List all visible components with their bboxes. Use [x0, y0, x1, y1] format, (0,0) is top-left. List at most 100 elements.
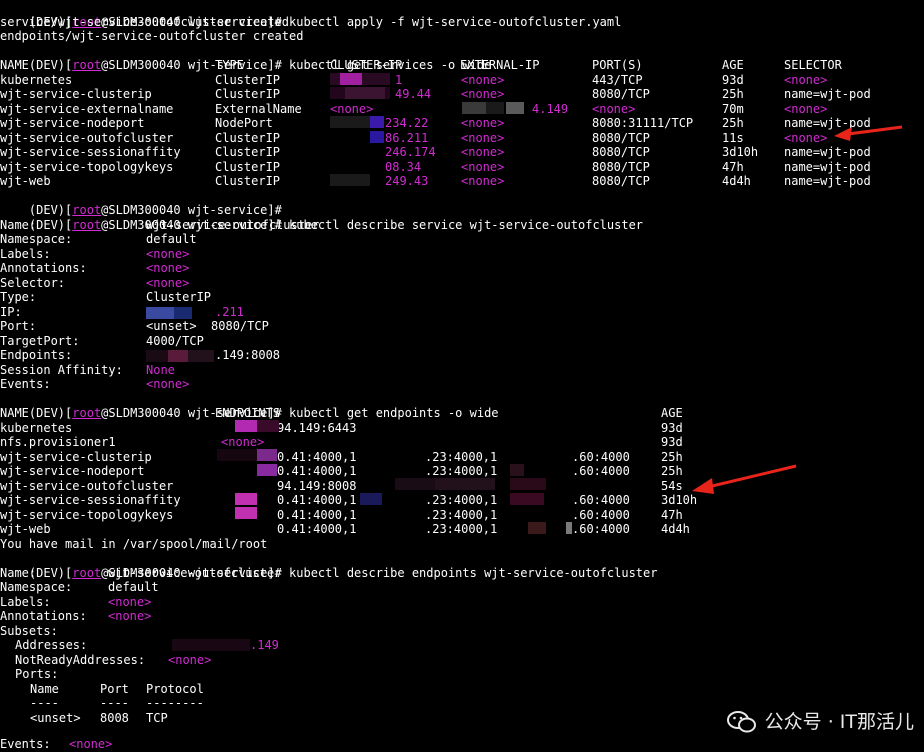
output-line: service/wjt-service-outofcluster created	[0, 14, 289, 29]
field-key: Type:	[0, 290, 37, 304]
prompt-line: (DEV)[root@SLDM300040 wjt-service]# kube…	[0, 0, 621, 29]
table-cell: 0.41:4000,1	[277, 493, 357, 507]
table-cell: 249.43	[385, 174, 429, 188]
command-text: kubectl describe service wjt-service-out…	[289, 217, 644, 232]
table-cell: 246.174	[385, 145, 436, 159]
table-cell: 25h	[661, 449, 683, 464]
table-cell: 234.22	[385, 116, 429, 130]
table-cell: ClusterIP	[215, 145, 281, 159]
field-key: NotReadyAddresses:	[15, 652, 146, 667]
table-cell: 94.149:6443	[277, 420, 357, 435]
table-cell: 25h	[661, 464, 683, 478]
table-cell: .23:4000,1	[425, 493, 498, 507]
table-cell: ClusterIP	[215, 72, 281, 87]
table-cell: name=wjt-pod	[784, 174, 871, 188]
prompt-line: (DEV)[root@SLDM300040 wjt-service]#	[0, 189, 289, 217]
table-cell: 49.44	[395, 87, 432, 101]
table-cell: <none>	[461, 159, 505, 174]
table-cell: 54s	[661, 478, 683, 493]
table-cell: ClusterIP	[215, 130, 281, 145]
command-text: kubectl get endpoints -o wide	[289, 406, 499, 420]
redaction-block	[395, 478, 435, 490]
redaction-block	[510, 493, 544, 505]
table-cell: wjt-service-nodeport	[0, 116, 145, 130]
table-cell: nfs.provisioner1	[0, 435, 116, 449]
table-cell: wjt-web	[0, 174, 51, 188]
field-value: <none>	[146, 377, 190, 391]
redaction-block	[370, 116, 384, 128]
redaction-block	[174, 307, 192, 319]
ports-value: TCP	[146, 710, 168, 725]
redaction-block	[257, 449, 277, 461]
prompt-line: (DEV)[root@SLDM300040 wjt-service]# kube…	[0, 551, 658, 580]
table-header: CLUSTER-IP	[330, 58, 403, 72]
field-key: Namespace:	[0, 580, 73, 594]
field-key: Labels:	[0, 594, 51, 609]
mail-notice: You have mail in /var/spool/mail/root	[0, 536, 268, 551]
table-cell: wjt-web	[0, 522, 51, 536]
field-key: Session Affinity:	[0, 362, 123, 377]
field-value: <none>	[108, 594, 152, 609]
field-key: Events:	[0, 377, 51, 391]
table-cell: kubernetes	[0, 72, 73, 87]
table-cell: <none>	[461, 130, 505, 145]
table-cell: wjt-service-externalname	[0, 101, 174, 116]
prompt-line: (DEV)[root@SLDM300040 wjt-service]# kube…	[0, 392, 499, 420]
table-cell: .60:4000	[572, 522, 630, 536]
field-value: 4000/TCP	[146, 333, 204, 348]
field-key: Port:	[0, 319, 37, 333]
table-cell: ClusterIP	[215, 174, 281, 188]
field-key: Endpoints:	[0, 348, 73, 362]
table-cell: .60:4000	[572, 493, 630, 507]
table-cell: .23:4000,1	[425, 464, 498, 478]
table-cell: 94.149:8008	[277, 478, 357, 493]
prompt-open: (DEV)[	[28, 58, 73, 72]
table-cell: <none>	[784, 72, 828, 87]
table-cell: ExternalName	[215, 101, 302, 116]
table-header: TYPE	[215, 58, 244, 72]
field-value: wjt-service-outofcluster	[146, 217, 320, 232]
redaction-block	[566, 522, 572, 534]
table-cell: 8080/TCP	[592, 174, 650, 188]
redaction-block	[217, 449, 257, 461]
redaction-block	[360, 493, 382, 505]
field-value: <none>	[108, 609, 152, 623]
table-header: AGE	[722, 58, 744, 72]
output-line: endpoints/wjt-service-outofcluster creat…	[0, 29, 304, 43]
table-cell: 8080/TCP	[592, 145, 650, 159]
table-cell: wjt-service-clusterip	[0, 87, 152, 101]
table-cell: 8080/TCP	[592, 130, 650, 145]
table-cell: <none>	[461, 87, 505, 101]
redaction-block	[330, 174, 370, 186]
table-cell: 443/TCP	[592, 72, 643, 87]
ports-value: <unset>	[30, 710, 81, 725]
table-cell: <none>	[461, 72, 505, 87]
redaction-block	[168, 350, 188, 362]
field-key: Events:	[0, 737, 51, 751]
prompt-open: (DEV)[	[28, 406, 73, 420]
field-key: Annotations:	[0, 609, 87, 623]
field-key: Name:	[0, 565, 37, 580]
terminal-window[interactable]: (DEV)[root@SLDM300040 wjt-service]# kube…	[0, 0, 924, 752]
field-value: .149	[250, 638, 279, 652]
table-cell: 1	[395, 72, 403, 87]
table-cell: .23:4000,1	[425, 449, 498, 464]
table-cell: <none>	[784, 130, 828, 145]
table-cell: 4.149	[532, 101, 569, 116]
redaction-block	[345, 87, 385, 99]
table-header: NAME	[0, 406, 29, 420]
red-arrow-icon	[834, 125, 903, 141]
table-cell: 70m	[722, 101, 744, 116]
redaction-block	[235, 420, 257, 432]
table-cell: name=wjt-pod	[784, 159, 871, 174]
table-cell: 4d4h	[722, 174, 751, 188]
table-header: NAME	[0, 58, 29, 72]
prompt-user: root	[72, 217, 102, 232]
redaction-block	[235, 507, 257, 519]
table-cell: wjt-service-outofcluster	[0, 478, 174, 493]
table-cell: 47h	[722, 159, 744, 174]
table-cell: 25h	[722, 116, 744, 130]
table-cell: 8080/TCP	[592, 87, 650, 101]
field-key: IP:	[0, 304, 22, 319]
field-value: default	[146, 232, 197, 246]
